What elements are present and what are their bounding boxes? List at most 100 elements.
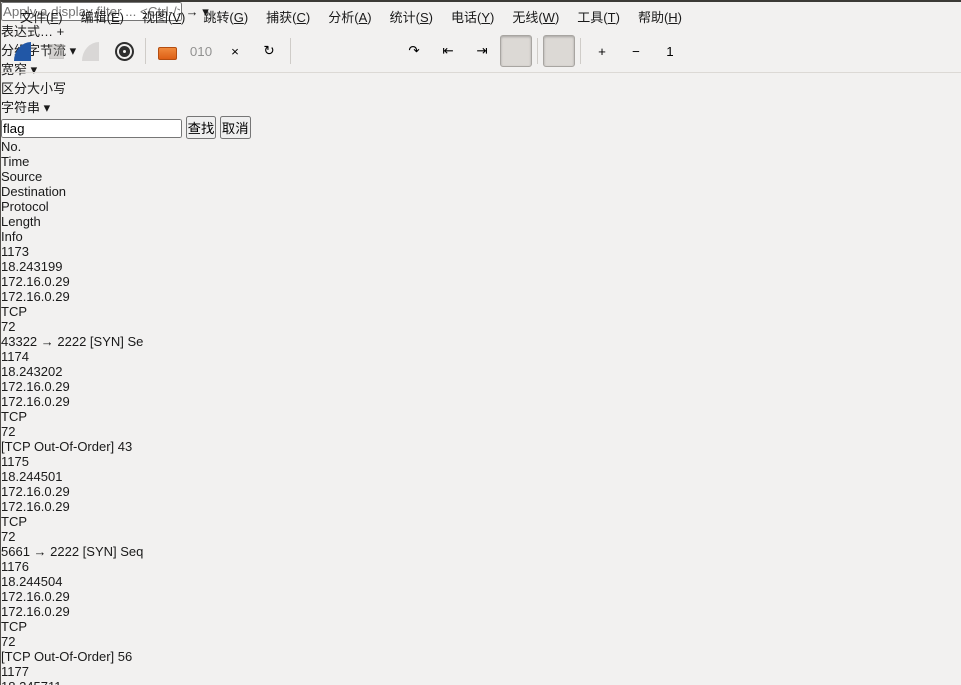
cell-d: 172.16.0.29 [1, 289, 70, 304]
toolbar-separator [580, 38, 581, 64]
column-header-source[interactable]: Source [1, 169, 961, 184]
stop-capture-button[interactable] [40, 35, 72, 67]
capture-options-icon [118, 45, 130, 57]
packet-row-1177[interactable]: 117718.245711172.16.0.29172.16.0.29TCP72… [1, 664, 961, 685]
menu-view[interactable]: 视图(V) [133, 3, 194, 30]
cell-s: 172.16.0.29 [1, 589, 70, 604]
main-toolbar: 010 × ↻ ↷ ⇤ ⇥ + − 1 [1, 30, 961, 73]
close-file-button[interactable]: × [219, 35, 251, 67]
cell-l: 72 [1, 319, 16, 334]
first-packet-button[interactable]: ⇤ [432, 35, 464, 67]
packet-row-1175[interactable]: 1175 18.244501 172.16.0.29 172.16.0.29 TCP 72… [1, 454, 961, 559]
packet-list: No. Time Source Destination Protocol Length In… [1, 139, 961, 685]
reload-file-button[interactable]: ↻ [253, 35, 285, 67]
cell-t: 18.243202 [1, 364, 63, 379]
cell-i: [TCP Out-Of-Order] 56 [1, 649, 133, 664]
packet-row-1176[interactable]: 1176 18.244504 172.16.0.29 172.16.0.29 TCP 72… [1, 559, 961, 664]
menu-telephony[interactable]: 电话(Y) [442, 3, 503, 30]
cell-n: 1176 [1, 559, 29, 574]
packet-row-1173[interactable]: 1173 18.243199 172.16.0.29 172.16.0.29 TCP 72… [1, 244, 961, 349]
cell-t: 18.243199 [1, 259, 63, 274]
search-type-select[interactable]: 字符串 ▾ [1, 97, 961, 116]
toolbar-separator [290, 38, 291, 64]
case-sensitive-label: 区分大小写 [1, 81, 67, 96]
packet-list-header[interactable]: No. Time Source Destination Protocol Length In… [1, 139, 961, 244]
goto-packet-button[interactable]: ↷ [398, 35, 430, 67]
cell-p: TCP [1, 409, 27, 424]
menu-help[interactable]: 帮助(H) [629, 3, 691, 30]
chevron-down-icon: ▾ [43, 100, 51, 115]
find-button[interactable]: 查找 [185, 116, 217, 139]
menu-tools[interactable]: 工具(T) [568, 3, 629, 30]
save-file-button[interactable]: 010 [185, 35, 217, 67]
column-header-protocol[interactable]: Protocol [1, 199, 961, 214]
cell-p: TCP [1, 304, 27, 319]
cell-i: [TCP Out-Of-Order] 43 [1, 439, 133, 454]
resize-columns-button[interactable] [688, 35, 720, 67]
column-header-time[interactable]: Time [1, 154, 961, 169]
cell-s: 172.16.0.29 [1, 274, 70, 289]
cell-l: 72 [1, 634, 16, 649]
cell-n: 1175 [1, 454, 29, 469]
next-packet-button[interactable] [364, 35, 396, 67]
column-header-length[interactable]: Length [1, 214, 961, 229]
cell-d: 172.16.0.29 [1, 394, 70, 409]
start-capture-button[interactable] [6, 35, 38, 67]
packet-list-pane: No. Time Source Destination Protocol Length In… [1, 139, 961, 685]
menu-bar: 文件(F) 编辑(E) 视图(V) 跳转(G) 捕获(C) 分析(A) 统计(S) 电话(Y)… [1, 2, 961, 30]
open-file-button[interactable] [151, 35, 183, 67]
zoom-out-icon: − [632, 43, 640, 59]
cell-n: 1174 [1, 349, 29, 364]
cell-n: 1173 [1, 244, 29, 259]
menu-capture[interactable]: 捕获(C) [257, 3, 319, 30]
wireshark-window: 文件(F) 编辑(E) 视图(V) 跳转(G) 捕获(C) 分析(A) 统计(S) 电话(Y)… [0, 0, 961, 685]
menu-edit[interactable]: 编辑(E) [72, 3, 133, 30]
restart-capture-button[interactable] [74, 35, 106, 67]
cell-p: TCP [1, 619, 27, 634]
last-packet-button[interactable]: ⇥ [466, 35, 498, 67]
cell-p: TCP [1, 514, 27, 529]
previous-packet-button[interactable] [330, 35, 362, 67]
zoom-in-button[interactable]: + [586, 35, 618, 67]
menu-wireless[interactable]: 无线(W) [503, 3, 568, 30]
cell-d: 172.16.0.29 [1, 499, 70, 514]
capture-options-button[interactable] [108, 35, 140, 67]
column-header-destination[interactable]: Destination [1, 184, 961, 199]
cell-n: 1177 [1, 664, 29, 679]
zoom-100-button[interactable]: 1 [654, 35, 686, 67]
start-capture-icon [13, 41, 31, 61]
column-header-no[interactable]: No. [1, 139, 961, 154]
cell-l: 72 [1, 529, 16, 544]
menu-go[interactable]: 跳转(G) [194, 3, 257, 30]
case-sensitive-checkbox[interactable]: 区分大小写 [1, 78, 961, 97]
menu-file[interactable]: 文件(F) [11, 3, 72, 30]
close-file-icon: × [231, 43, 239, 59]
cell-i: 5661 → 2222 [SYN] Seq [1, 544, 144, 559]
packet-row-1174[interactable]: 1174 18.243202 172.16.0.29 172.16.0.29 TCP 72… [1, 349, 961, 454]
cell-l: 72 [1, 424, 16, 439]
cancel-button[interactable]: 取消 [219, 116, 251, 139]
cell-s: 172.16.0.29 [1, 484, 70, 499]
cell-d: 172.16.0.29 [1, 604, 70, 619]
cell-i: 43322 → 2222 [SYN] Se [1, 334, 144, 349]
toolbar-separator [537, 38, 538, 64]
cell-t: 18.244501 [1, 469, 63, 484]
toolbar-separator [145, 38, 146, 64]
colorize-button[interactable] [543, 35, 575, 67]
search-type-value: 字符串 [1, 100, 41, 115]
column-header-info[interactable]: Info [1, 229, 961, 244]
reload-file-icon: ↻ [263, 43, 275, 58]
zoom-100-icon: 1 [666, 43, 674, 59]
restart-capture-icon [81, 41, 99, 61]
menu-analyze[interactable]: 分析(A) [319, 3, 380, 30]
last-packet-icon: ⇥ [476, 43, 488, 58]
cell-t: 18.244504 [1, 574, 63, 589]
cell-s: 172.16.0.29 [1, 379, 70, 394]
stop-capture-icon [48, 43, 64, 59]
find-packet-button[interactable] [296, 35, 328, 67]
zoom-out-button[interactable]: − [620, 35, 652, 67]
search-input[interactable] [1, 119, 182, 138]
menu-statistics[interactable]: 统计(S) [381, 3, 442, 30]
open-file-icon [157, 46, 177, 60]
auto-scroll-button[interactable] [500, 35, 532, 67]
